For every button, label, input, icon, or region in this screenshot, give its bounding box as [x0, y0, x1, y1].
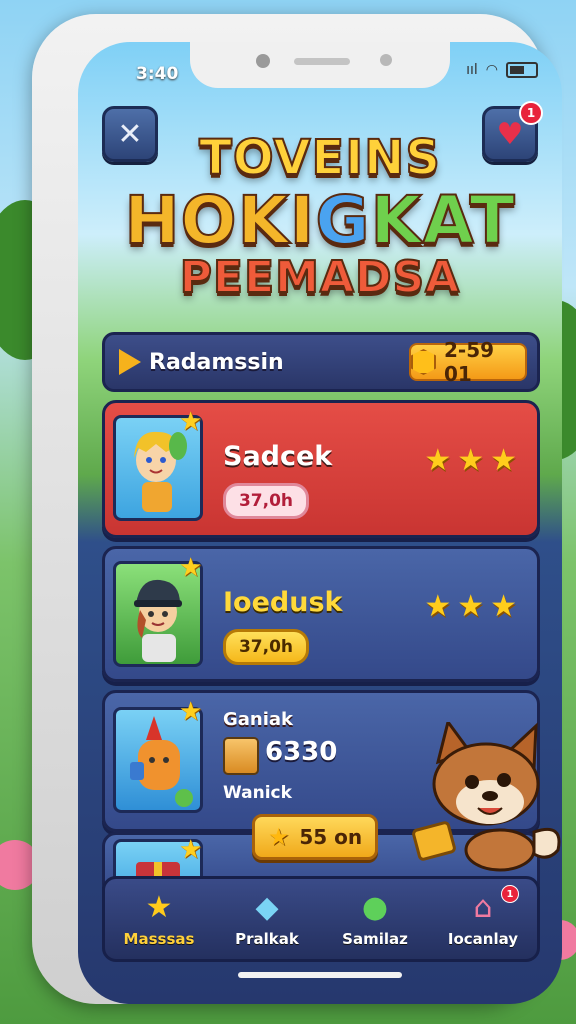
reward-value: 55 on — [299, 825, 363, 849]
title-part-a: HOKI — [123, 181, 316, 260]
star-icon: ★ — [179, 697, 203, 727]
mini-avatar-icon — [223, 737, 259, 775]
star-icon: ★ — [267, 823, 290, 851]
tab-pralkak[interactable]: ◆ Pralkak — [213, 879, 321, 959]
play-icon — [119, 349, 141, 375]
home-indicator[interactable] — [238, 972, 402, 978]
fox-mascot-icon — [412, 722, 561, 872]
timer-pill: 37,0h — [223, 629, 309, 665]
notification-badge: 1 — [519, 101, 543, 125]
battery-icon — [506, 62, 538, 78]
list-header: Radamssin 2-59 01 — [102, 332, 540, 392]
game-title-line3: PEEMADSA — [179, 251, 461, 304]
bottom-tab-bar: ★ Masssas ◆ Pralkak ● Samilaz ⌂ 1 Iocanl… — [102, 876, 540, 962]
coin-counter[interactable]: 2-59 01 — [409, 338, 527, 386]
coin-value: 2-59 01 — [444, 338, 495, 386]
card-title: Sadcek — [223, 441, 333, 472]
reward-button[interactable]: ★ 55 on — [252, 814, 378, 860]
rating-stars: ★★★ — [424, 589, 523, 624]
title-part-c: KAT — [370, 181, 516, 260]
notification-badge: 1 — [501, 885, 519, 903]
timer-pill: 37,0h — [223, 483, 309, 519]
tab-label: Masssas — [123, 930, 195, 948]
signal-icon: ııl — [466, 62, 478, 78]
tab-label: Pralkak — [235, 930, 299, 948]
game-title-line1: TOVEINS — [198, 129, 441, 187]
tab-label: Iocanlay — [447, 930, 519, 948]
level-card[interactable]: ★ Sadcek 37,0h ★★★ — [102, 400, 540, 538]
tab-label: Samilaz — [342, 930, 408, 948]
tab-iocanlay[interactable]: ⌂ 1 Iocanlay — [429, 879, 537, 959]
star-icon: ★ — [179, 407, 203, 437]
card-title: Ganiak — [223, 709, 294, 730]
star-icon: ★ — [145, 890, 173, 925]
gem-icon: ◆ — [255, 890, 279, 925]
rating-stars: ★★★ — [424, 443, 523, 478]
sensor-icon — [380, 54, 392, 66]
orb-icon: ● — [361, 890, 389, 925]
status-icons: ııl ◠ — [466, 62, 538, 78]
game-title-line2: HOKIGKAT — [78, 181, 562, 260]
star-icon: ★ — [179, 553, 203, 583]
card-subtitle: Wanick — [223, 783, 292, 803]
star-icon: ★ — [179, 835, 203, 865]
score-value: 6330 — [265, 737, 338, 767]
coin-icon — [411, 349, 436, 375]
list-header-title: Radamssin — [149, 349, 284, 375]
front-camera-icon — [256, 54, 270, 68]
phone-notch — [190, 42, 450, 88]
home-icon: ⌂ — [473, 890, 493, 925]
speaker-grille — [294, 58, 350, 65]
level-card[interactable]: ★ Ioedusk 37,0h ★★★ — [102, 546, 540, 682]
tab-samilaz[interactable]: ● Samilaz — [321, 879, 429, 959]
card-title: Ioedusk — [223, 587, 343, 618]
phone-frame: 3:40 ııl ◠ ✕ ♥ 1 TOVEINS HOKIGKAT PEEMAD… — [32, 14, 562, 1004]
tab-masssas[interactable]: ★ Masssas — [105, 879, 213, 959]
game-screen: 3:40 ııl ◠ ✕ ♥ 1 TOVEINS HOKIGKAT PEEMAD… — [78, 42, 562, 1004]
wifi-icon: ◠ — [485, 62, 498, 78]
status-time: 3:40 — [136, 64, 179, 84]
title-part-b: G — [314, 181, 371, 260]
